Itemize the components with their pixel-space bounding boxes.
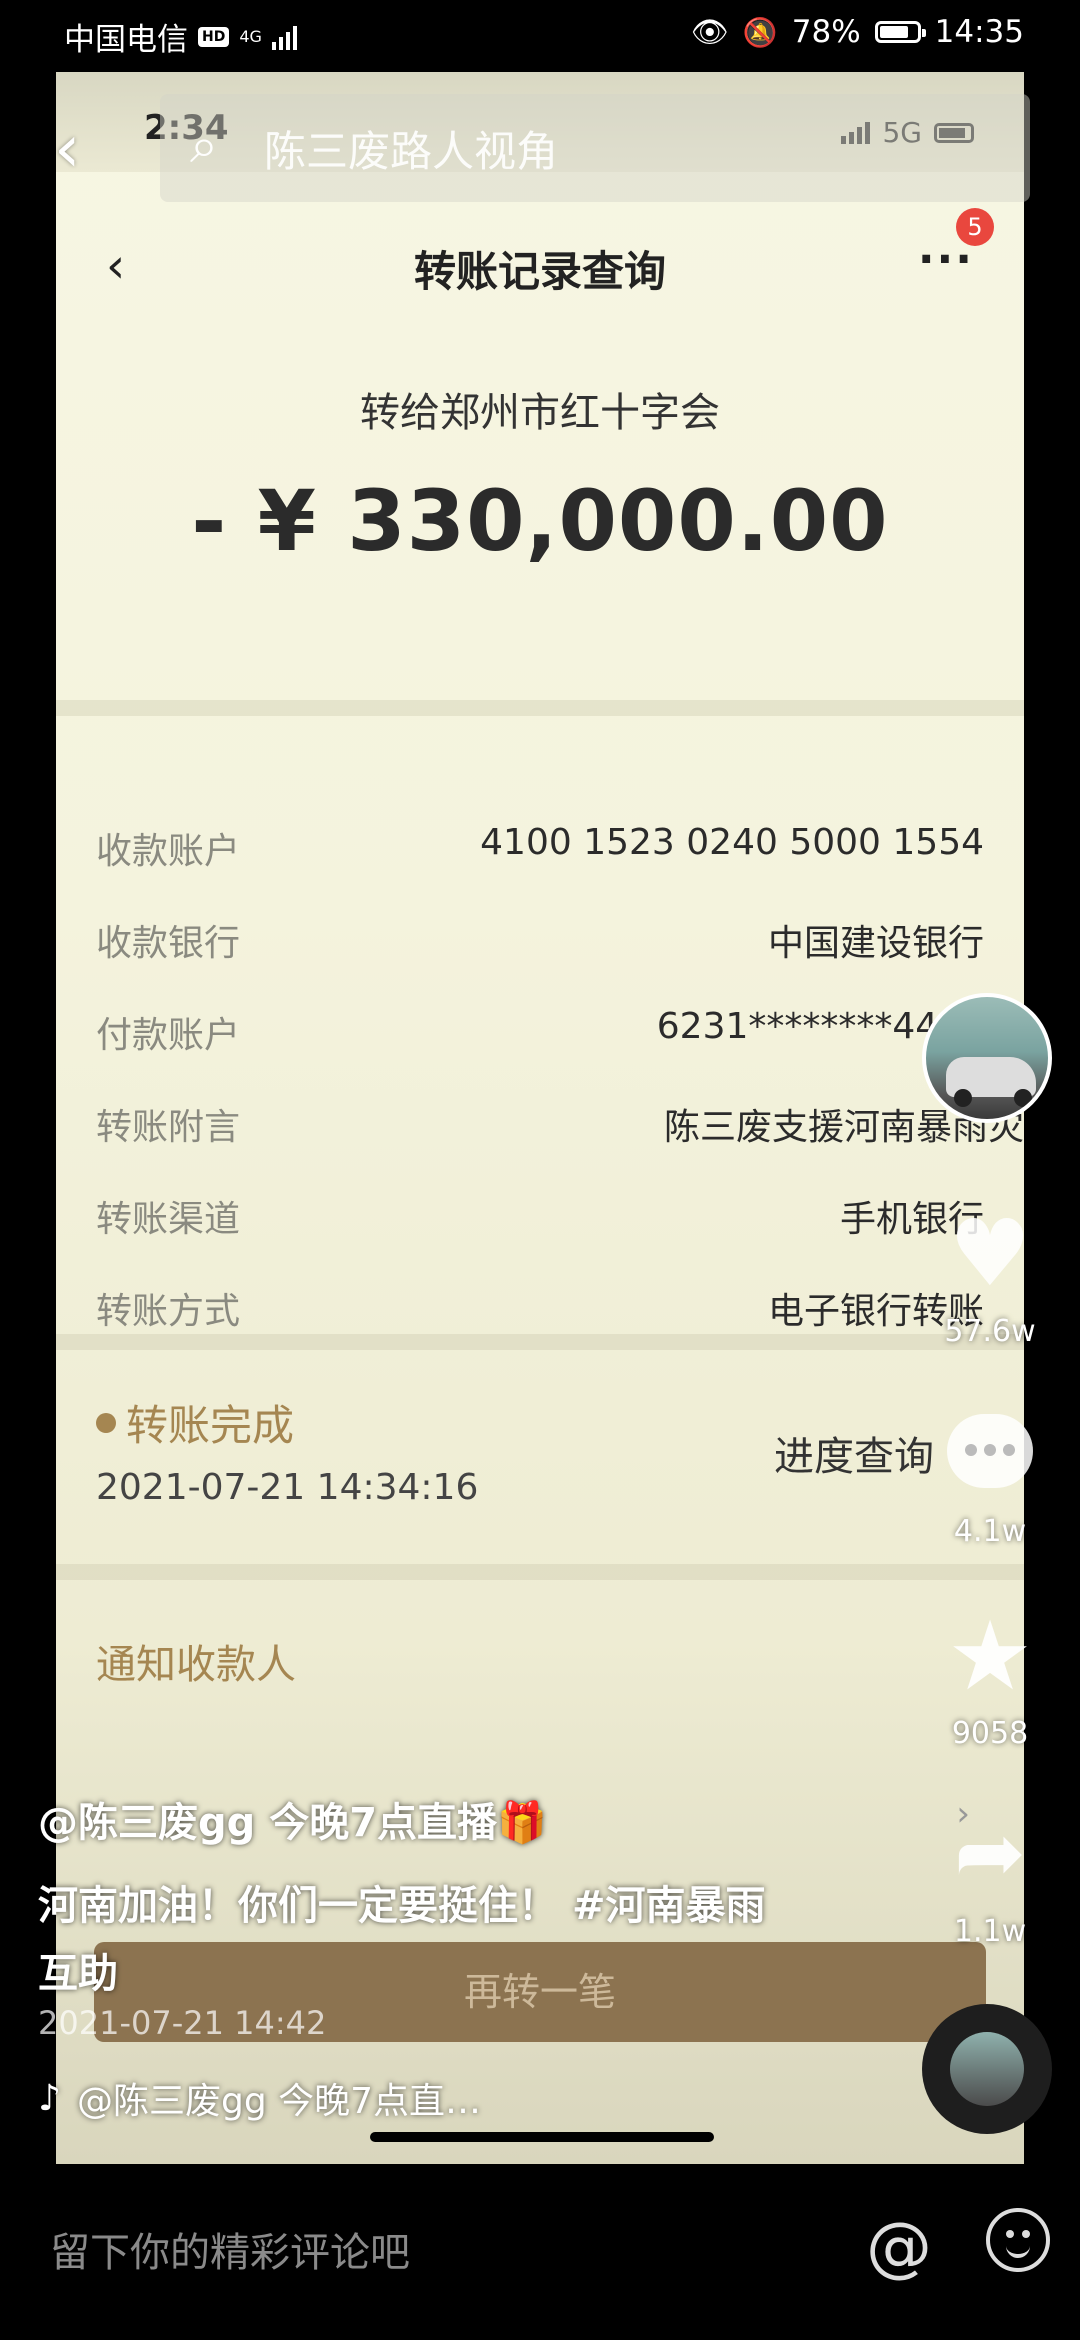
status-label: 转账完成: [126, 1401, 295, 1450]
comment-count: 4.1w: [953, 1514, 1027, 1549]
share-count: 1.1w: [953, 1914, 1027, 1949]
notification-badge: 5: [956, 208, 994, 246]
divider: [56, 1564, 1024, 1580]
transfer-amount: - ¥ 330,000.00: [191, 472, 889, 570]
divider: [56, 1334, 1024, 1350]
transfer-details: 收款账户 4100 1523 0240 5000 1554 收款银行 中国建设银…: [96, 800, 1024, 1352]
mention-icon[interactable]: @: [866, 2208, 932, 2285]
music-disc-icon[interactable]: [922, 2004, 1052, 2134]
hd-badge: HD: [198, 26, 230, 47]
share-icon[interactable]: ➦: [940, 1810, 1040, 1896]
detail-label: 收款账户: [96, 831, 241, 872]
post-time: 2021-07-21 14:42: [38, 2004, 327, 2042]
transfer-timestamp: 2021-07-21 14:34:16: [96, 1467, 479, 1508]
comment-bar: 留下你的精彩评论吧 @: [0, 2164, 1080, 2340]
notify-recipient: 通知收款人: [96, 1642, 296, 1688]
favorite-count: 9058: [951, 1716, 1029, 1751]
music-note-icon: ♪: [38, 2077, 61, 2119]
eye-icon: 👁: [690, 14, 729, 50]
battery-icon: [874, 21, 926, 43]
music-info[interactable]: ♪ @陈三废gg 今晚7点直…: [38, 2072, 481, 2124]
divider: [56, 700, 1024, 716]
author-avatar[interactable]: [922, 993, 1052, 1123]
detail-row: 付款账户 6231********4444: [96, 984, 984, 1076]
status-dot-icon: [96, 1412, 116, 1433]
detail-value: 4100 1523 0240 5000 1554: [480, 822, 984, 863]
video-player[interactable]: 2:34 5G ‹ 转账记录查询 ··· 5 转给郑州市红十字会 - ¥ 330…: [56, 72, 1024, 2164]
search-bar[interactable]: ⌕ 陈三废路人视角: [160, 94, 1030, 202]
detail-row: 转账渠道 手机银行: [96, 1168, 984, 1260]
bank-header: ‹ 转账记录查询 ···: [56, 212, 1024, 322]
detail-row: 收款银行 中国建设银行: [96, 892, 984, 984]
search-icon: ⌕: [190, 116, 218, 174]
carrier-label: 中国电信: [64, 22, 188, 58]
comment-input[interactable]: 留下你的精彩评论吧: [50, 2220, 410, 2278]
detail-label: 转账渠道: [96, 1199, 241, 1240]
detail-row: 收款账户 4100 1523 0240 5000 1554: [96, 800, 984, 892]
detail-label: 转账方式: [96, 1291, 241, 1332]
home-indicator[interactable]: [370, 2132, 714, 2142]
comment-icon[interactable]: [940, 1414, 1040, 1488]
detail-row: 转账附言 陈三废支援河南暴雨灾: [96, 1076, 1024, 1168]
detail-value: 中国建设银行: [767, 923, 984, 964]
mute-icon: 🔕: [742, 15, 778, 49]
signal-icon: [271, 24, 297, 50]
detail-label: 收款银行: [96, 923, 241, 964]
progress-query-link: 进度查询: [774, 1434, 934, 1480]
back-icon[interactable]: ‹: [54, 110, 80, 187]
transfer-status: 转账完成: [96, 1392, 294, 1453]
battery-percent: 78%: [791, 14, 861, 50]
post-caption: 河南加油！你们一定要挺住！ #河南暴雨互助: [38, 1872, 768, 2008]
search-query: 陈三废路人视角: [264, 127, 559, 176]
network-type: 4G: [239, 26, 262, 46]
detail-label: 付款账户: [96, 1015, 241, 1056]
clock: 14:35: [934, 14, 1024, 50]
music-title: @陈三废gg 今晚7点直…: [76, 2081, 482, 2122]
status-bar: 中国电信 HD 4G 👁 🔕 78% 14:35: [0, 0, 1080, 72]
like-icon[interactable]: ♥: [940, 1208, 1040, 1300]
favorite-icon[interactable]: ★: [940, 1608, 1040, 1704]
author-handle[interactable]: @陈三废gg 今晚7点直播🎁: [38, 1790, 547, 1848]
like-count: 57.6w: [944, 1314, 1036, 1349]
caption-text: 河南加油！你们一定要挺住！: [38, 1883, 558, 1929]
emoji-icon[interactable]: [986, 2208, 1050, 2272]
bank-page-title: 转账记录查询: [413, 247, 666, 296]
recipient-line: 转给郑州市红十字会: [360, 390, 720, 436]
detail-label: 转账附言: [96, 1107, 241, 1148]
